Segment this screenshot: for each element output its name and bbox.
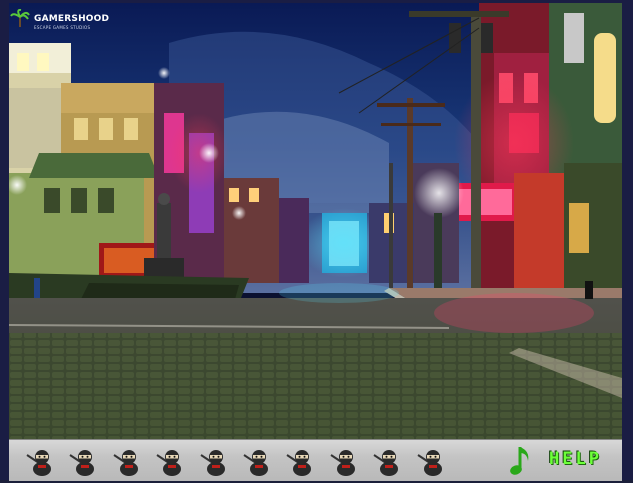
palm-tree-icon bbox=[10, 9, 30, 27]
inventory-slot[interactable] bbox=[23, 444, 59, 478]
inventory-slot[interactable] bbox=[327, 444, 363, 478]
inventory-slot[interactable] bbox=[283, 444, 319, 478]
frame-border bbox=[622, 0, 633, 480]
ninja-icon bbox=[373, 450, 399, 476]
logo-tagline: ESCAPE GAMES STUDIOS bbox=[34, 25, 91, 30]
logo-brand: GAMERSHOOD bbox=[34, 14, 110, 24]
game-scene[interactable] bbox=[9, 3, 622, 439]
logo-text-block: GAMERSHOOD ESCAPE GAMES STUDIOS bbox=[34, 6, 109, 30]
ninja-icon bbox=[113, 450, 138, 476]
music-note-icon bbox=[510, 447, 529, 475]
ninja-icon bbox=[156, 450, 182, 476]
ninja-icon bbox=[200, 450, 225, 476]
ninja-icon bbox=[243, 450, 268, 476]
help-button[interactable]: HELP bbox=[549, 449, 602, 469]
ninja-icon bbox=[417, 450, 442, 476]
ninja-icon bbox=[26, 450, 51, 476]
inventory-slot[interactable] bbox=[240, 444, 276, 478]
inventory-slot[interactable] bbox=[153, 444, 189, 478]
inventory-slot[interactable] bbox=[66, 444, 102, 478]
inventory-slot[interactable] bbox=[197, 444, 233, 478]
music-toggle-button[interactable] bbox=[508, 443, 536, 479]
ninja-icon bbox=[69, 450, 95, 476]
street-scene-image bbox=[9, 3, 622, 439]
inventory-slot[interactable] bbox=[370, 444, 406, 478]
inventory-toolbar: HELP bbox=[9, 439, 622, 481]
ninja-icon bbox=[286, 450, 312, 476]
gamershood-logo[interactable]: GAMERSHOOD ESCAPE GAMES STUDIOS bbox=[10, 6, 109, 30]
inventory-slot[interactable] bbox=[110, 444, 146, 478]
inventory-slot[interactable] bbox=[414, 444, 450, 478]
ninja-icon bbox=[330, 450, 355, 476]
game-frame: GAMERSHOOD ESCAPE GAMES STUDIOS HELP bbox=[0, 0, 633, 481]
